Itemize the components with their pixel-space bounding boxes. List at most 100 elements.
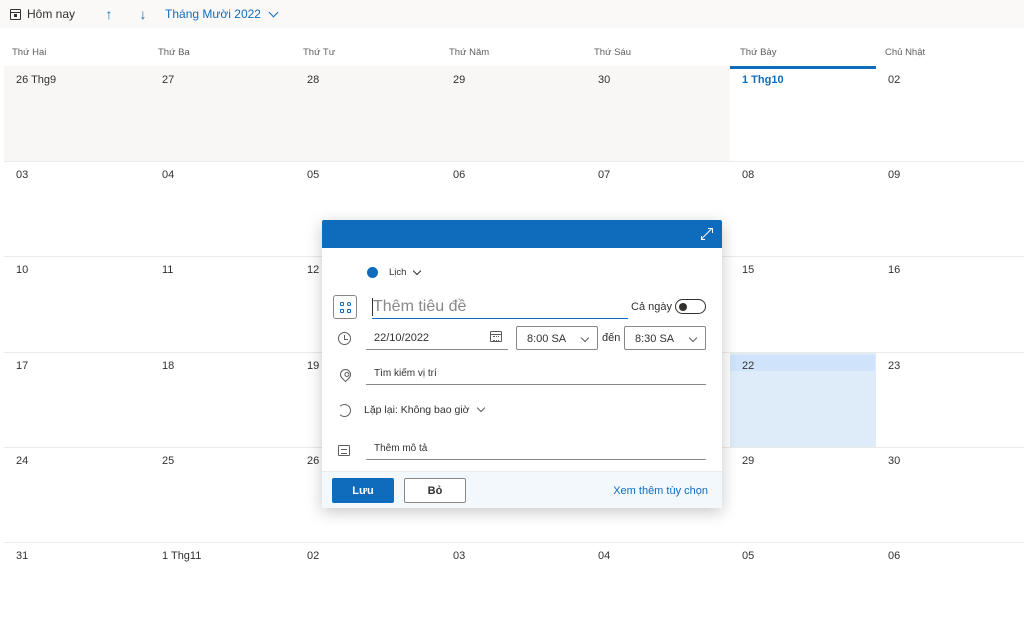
day-cell[interactable]: 02 bbox=[295, 542, 441, 635]
weekday-header: Thứ Bảy bbox=[740, 47, 777, 58]
day-cell[interactable]: 1 Thg10 bbox=[730, 66, 876, 161]
start-time-select[interactable]: 8:00 SA bbox=[516, 326, 598, 350]
day-cell[interactable]: 09 bbox=[876, 161, 1024, 256]
day-cell[interactable]: 1 Thg11 bbox=[150, 542, 295, 635]
description-icon bbox=[338, 445, 350, 456]
calendar-color-dot bbox=[367, 267, 378, 278]
repeat-label: Lặp lại: Không bao giờ bbox=[364, 404, 470, 416]
day-number: 16 bbox=[888, 264, 901, 276]
event-title-input[interactable] bbox=[372, 295, 628, 319]
day-number: 15 bbox=[742, 264, 755, 276]
description-placeholder: Thêm mô tả bbox=[374, 443, 428, 454]
week-divider bbox=[4, 161, 1024, 162]
day-number: 30 bbox=[888, 455, 901, 467]
day-cell[interactable]: 04 bbox=[150, 161, 295, 256]
day-cell[interactable]: 27 bbox=[150, 66, 295, 161]
day-cell[interactable]: 29 bbox=[441, 66, 586, 161]
previous-month-button[interactable]: ↑ bbox=[101, 6, 117, 22]
day-number: 27 bbox=[162, 74, 175, 86]
end-time-select[interactable]: 8:30 SA bbox=[624, 326, 706, 350]
day-cell[interactable]: 28 bbox=[295, 66, 441, 161]
day-cell[interactable]: 17 bbox=[4, 352, 150, 447]
day-cell[interactable]: 29 bbox=[730, 447, 876, 542]
day-number: 26 bbox=[307, 455, 320, 467]
day-cell[interactable]: 05 bbox=[730, 542, 876, 635]
calendar-picker-label: Lịch bbox=[389, 267, 407, 278]
location-search-input[interactable]: Tìm kiếm vị trí bbox=[366, 363, 706, 385]
arrow-down-icon: ↓ bbox=[139, 6, 147, 22]
event-suggestion-icon[interactable] bbox=[333, 295, 357, 319]
day-number: 29 bbox=[453, 74, 466, 86]
day-cell[interactable]: 15 bbox=[730, 256, 876, 352]
day-cell[interactable]: 02 bbox=[876, 66, 1024, 161]
day-number: 24 bbox=[16, 455, 29, 467]
day-number: 19 bbox=[307, 360, 320, 372]
month-label: Tháng Mười 2022 bbox=[165, 7, 261, 21]
chevron-down-icon bbox=[268, 7, 279, 17]
month-picker[interactable]: Tháng Mười 2022 bbox=[165, 7, 279, 21]
day-number: 26 Thg9 bbox=[16, 74, 57, 86]
day-cell[interactable]: 18 bbox=[150, 352, 295, 447]
day-cell[interactable]: 03 bbox=[441, 542, 586, 635]
day-cell[interactable]: 31 bbox=[4, 542, 150, 635]
day-cell[interactable]: 08 bbox=[730, 161, 876, 256]
day-number: 22 bbox=[730, 355, 875, 372]
weekday-header: Thứ Năm bbox=[449, 47, 490, 58]
today-button[interactable]: Hôm nay bbox=[10, 7, 75, 21]
discard-button[interactable]: Bỏ bbox=[404, 478, 466, 503]
text-caret bbox=[372, 298, 373, 316]
day-number: 06 bbox=[888, 550, 901, 562]
description-input[interactable]: Thêm mô tả bbox=[366, 438, 706, 460]
day-number: 1 Thg11 bbox=[162, 550, 202, 562]
day-number: 08 bbox=[742, 169, 755, 181]
day-cell[interactable]: 30 bbox=[586, 66, 730, 161]
day-number: 07 bbox=[598, 169, 611, 181]
day-number: 31 bbox=[16, 550, 29, 562]
day-number: 12 bbox=[307, 264, 320, 276]
day-cell[interactable]: 04 bbox=[586, 542, 730, 635]
repeat-dropdown[interactable]: Lặp lại: Không bao giờ bbox=[364, 403, 485, 416]
day-number: 29 bbox=[742, 455, 755, 467]
to-label: đến bbox=[602, 332, 621, 344]
event-date-field[interactable]: 22/10/2022 bbox=[366, 326, 508, 350]
day-cell[interactable]: 22 bbox=[730, 352, 876, 447]
weekday-header: Chủ Nhật bbox=[885, 47, 926, 58]
day-number: 04 bbox=[162, 169, 175, 181]
day-number: 11 bbox=[162, 264, 174, 276]
day-cell[interactable]: 11 bbox=[150, 256, 295, 352]
all-day-toggle[interactable] bbox=[675, 299, 706, 314]
day-cell[interactable]: 10 bbox=[4, 256, 150, 352]
end-time-value: 8:30 SA bbox=[635, 333, 675, 345]
chevron-down-icon bbox=[413, 266, 422, 275]
day-cell[interactable]: 06 bbox=[876, 542, 1024, 635]
day-number: 28 bbox=[307, 74, 320, 86]
weekday-header: Thứ Ba bbox=[158, 47, 190, 58]
location-pin-icon bbox=[337, 366, 354, 383]
calendar-icon[interactable] bbox=[490, 331, 502, 342]
day-cell[interactable]: 23 bbox=[876, 352, 1024, 447]
day-cell[interactable]: 30 bbox=[876, 447, 1024, 542]
clock-icon bbox=[338, 332, 351, 345]
start-time-value: 8:00 SA bbox=[527, 333, 567, 345]
day-cell[interactable]: 26 Thg9 bbox=[4, 66, 150, 161]
day-number: 18 bbox=[162, 360, 175, 372]
chevron-down-icon bbox=[580, 333, 590, 343]
save-button[interactable]: Lưu bbox=[332, 478, 394, 503]
week-divider bbox=[4, 542, 1024, 543]
today-label: Hôm nay bbox=[27, 7, 76, 21]
day-cell[interactable]: 25 bbox=[150, 447, 295, 542]
expand-icon[interactable] bbox=[701, 228, 713, 240]
more-options-link[interactable]: Xem thêm tùy chọn bbox=[613, 485, 708, 497]
day-cell[interactable]: 16 bbox=[876, 256, 1024, 352]
day-number: 09 bbox=[888, 169, 901, 181]
day-cell[interactable]: 03 bbox=[4, 161, 150, 256]
arrow-up-icon: ↑ bbox=[105, 6, 113, 22]
weekday-header: Thứ Sáu bbox=[594, 47, 631, 58]
next-month-button[interactable]: ↓ bbox=[135, 6, 151, 22]
day-number: 03 bbox=[16, 169, 29, 181]
day-number: 30 bbox=[598, 74, 611, 86]
day-number: 23 bbox=[888, 360, 901, 372]
day-cell[interactable]: 24 bbox=[4, 447, 150, 542]
day-number: 17 bbox=[16, 360, 29, 372]
calendar-picker[interactable]: Lịch bbox=[367, 266, 422, 278]
